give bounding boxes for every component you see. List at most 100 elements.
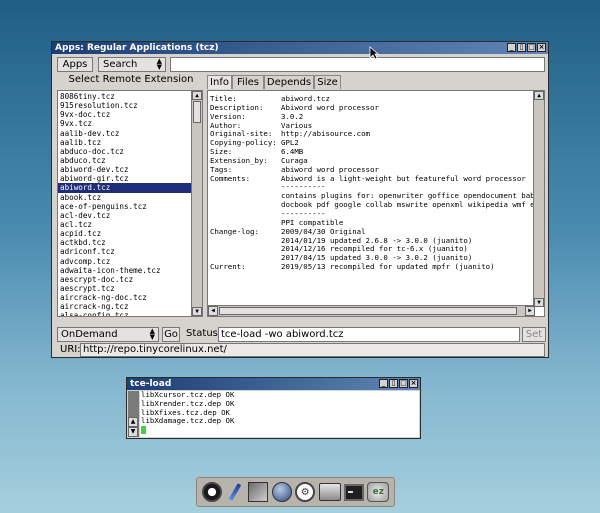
- apps-window-titlebar[interactable]: Apps: Regular Applications (tcz) _ ▯ □ ×: [52, 42, 548, 54]
- extension-list-item[interactable]: adriconf.tcz: [58, 247, 191, 256]
- info-rows: Title: abiword.tcz Description: Abiword wor…: [208, 94, 544, 272]
- editor-pen-icon[interactable]: [225, 482, 245, 502]
- extension-list-item[interactable]: advcomp.tcz: [58, 257, 191, 266]
- info-row: docbook pdf google collab mswrite openxm…: [208, 200, 544, 210]
- search-button[interactable]: Search ▲ ▼: [98, 57, 166, 72]
- extension-list-item[interactable]: 9vx-doc.tcz: [58, 110, 191, 119]
- power-icon[interactable]: [201, 482, 222, 502]
- extension-list-item[interactable]: aircrack-ng.tcz: [58, 302, 191, 311]
- extension-list-item[interactable]: acl-dev.tcz: [58, 211, 191, 220]
- extension-list-item[interactable]: actkbd.tcz: [58, 238, 191, 247]
- info-panel: Title: abiword.tcz Description: Abiword wor…: [207, 90, 545, 317]
- tab-size[interactable]: Size: [314, 75, 341, 89]
- info-key: [208, 192, 281, 201]
- info-row: Comments: Abiword is a light-weight but f…: [208, 173, 533, 184]
- tce-load-line: libXdamage.tcz.dep OK: [141, 416, 235, 426]
- tce-load-output: libXcursor.tcz.dep OK libXrender.tcz.dep …: [140, 390, 419, 437]
- extension-list-item[interactable]: ace-of-penguins.tcz: [58, 202, 191, 211]
- extension-list-item[interactable]: abook.tcz: [58, 193, 191, 202]
- info-key: [208, 210, 281, 219]
- info-key: [208, 183, 281, 192]
- extension-list-item[interactable]: 9vx.tcz: [58, 119, 191, 128]
- extension-list-item[interactable]: abduco.tcz: [58, 156, 191, 165]
- extension-list-item[interactable]: aescrypt-doc.tcz: [58, 275, 191, 284]
- updown-arrow-icon: ▲ ▼: [156, 57, 162, 71]
- dock: ⚙ ez: [196, 477, 395, 507]
- scroll-up-icon[interactable]: ▲: [192, 91, 202, 100]
- info-key: Current:: [210, 262, 246, 272]
- apps-icon[interactable]: [248, 482, 269, 502]
- info-panel-hscrollbar[interactable]: ◀ ▶: [208, 305, 535, 316]
- extension-list-item[interactable]: abiword.tcz: [58, 183, 191, 193]
- extension-list-item[interactable]: abiword-dev.tcz: [58, 165, 191, 174]
- tce-load-title: tce-load: [130, 379, 172, 389]
- tce-load-lines: libXcursor.tcz.dep OK libXrender.tcz.dep …: [140, 390, 419, 426]
- extension-list-item[interactable]: acl.tcz: [58, 220, 191, 229]
- hscroll-right-icon[interactable]: ▶: [525, 306, 535, 316]
- maximize-icon[interactable]: □: [399, 379, 408, 388]
- mount-icon[interactable]: [271, 482, 292, 502]
- close-icon[interactable]: ×: [537, 43, 546, 52]
- extension-list-item[interactable]: adwaita-icon-theme.tcz: [58, 266, 191, 275]
- ezremaster-icon[interactable]: ez: [367, 482, 390, 502]
- uri-field: http://repo.tinycorelinux.net/: [80, 343, 545, 357]
- tce-load-window: tce-load _ ▯ □ × ▲ ▼ libXcursor.tcz.dep …: [126, 377, 421, 439]
- tce-scroll-up-icon[interactable]: ▲: [128, 417, 138, 427]
- info-row: ----------: [208, 209, 533, 219]
- info-row: Description: Abiword word processor: [208, 103, 533, 113]
- maximize-icon[interactable]: □: [527, 43, 536, 52]
- network-icon[interactable]: ⚙: [295, 482, 316, 502]
- extension-list-item[interactable]: aalib.tcz: [58, 138, 191, 147]
- tab-files[interactable]: Files: [232, 75, 264, 89]
- close-icon[interactable]: ×: [409, 379, 418, 388]
- extension-list-item[interactable]: alsa-config.tcz: [58, 311, 191, 316]
- info-row: Version: 3.0.2: [208, 112, 533, 122]
- tce-scroll-down-icon[interactable]: ▼: [128, 427, 138, 437]
- uri-label: URI:: [60, 344, 81, 355]
- extension-list-item[interactable]: aescrypt.tcz: [58, 284, 191, 293]
- tab-bar: Info Files Depends Size: [207, 75, 387, 89]
- terminal-cursor: [141, 426, 146, 435]
- control-panel-icon[interactable]: [318, 483, 341, 501]
- hscroll-thumb[interactable]: [219, 307, 517, 315]
- extension-list-item[interactable]: aalib-dev.tcz: [58, 129, 191, 138]
- tab-info[interactable]: Info: [207, 75, 232, 89]
- extension-list-item[interactable]: abduco-doc.tcz: [58, 147, 191, 156]
- status-field: tce-load -wo abiword.tcz: [218, 327, 520, 342]
- extension-list-item[interactable]: 8086tiny.tcz: [58, 92, 191, 101]
- shade-icon[interactable]: ▯: [517, 43, 526, 52]
- updown-arrow-icon: ▲ ▼: [149, 327, 155, 341]
- set-button[interactable]: Set: [522, 327, 546, 342]
- info-scroll-up-icon[interactable]: ▲: [534, 91, 544, 100]
- info-panel-vscrollbar[interactable]: ▲ ▼: [533, 91, 544, 307]
- mouse-pointer-icon: [369, 46, 379, 60]
- info-key: [208, 245, 281, 254]
- minimize-icon[interactable]: _: [379, 379, 388, 388]
- extension-list-item[interactable]: abiword-gir.tcz: [58, 174, 191, 183]
- extension-list-item[interactable]: 915resolution.tcz: [58, 101, 191, 110]
- scroll-thumb[interactable]: [193, 101, 201, 123]
- scroll-down-icon[interactable]: ▼: [192, 307, 202, 316]
- list-heading: Select Remote Extension: [68, 74, 194, 85]
- extension-list-item[interactable]: acpid.tcz: [58, 229, 191, 238]
- info-value: 2019/05/13 recompiled for updated mpfr (…: [281, 262, 495, 272]
- mode-select[interactable]: OnDemand ▲ ▼: [57, 327, 159, 342]
- apps-button[interactable]: Apps: [57, 57, 93, 72]
- info-key: [208, 237, 281, 246]
- shade-icon[interactable]: ▯: [389, 379, 398, 388]
- info-key: Change-log:: [210, 226, 259, 236]
- go-button[interactable]: Go: [162, 327, 180, 342]
- tce-load-scrollbar[interactable]: ▲ ▼: [128, 391, 139, 437]
- info-scroll-down-icon[interactable]: ▼: [534, 298, 544, 307]
- tce-load-titlebar[interactable]: tce-load _ ▯ □ ×: [127, 378, 420, 390]
- extension-list-scrollbar[interactable]: ▲ ▼: [191, 91, 202, 316]
- hscroll-left-icon[interactable]: ◀: [208, 306, 218, 316]
- tab-depends[interactable]: Depends: [264, 75, 314, 89]
- minimize-icon[interactable]: _: [507, 43, 516, 52]
- info-key: Comments:: [210, 173, 251, 183]
- extension-list[interactable]: 8086tiny.tcz 915resolution.tcz 9vx-doc.tcz…: [57, 90, 203, 317]
- apps-window-title: Apps: Regular Applications (tcz): [55, 43, 219, 53]
- extension-list-item[interactable]: aircrack-ng-doc.tcz: [58, 293, 191, 302]
- search-input[interactable]: [170, 57, 545, 72]
- terminal-icon[interactable]: [343, 483, 364, 501]
